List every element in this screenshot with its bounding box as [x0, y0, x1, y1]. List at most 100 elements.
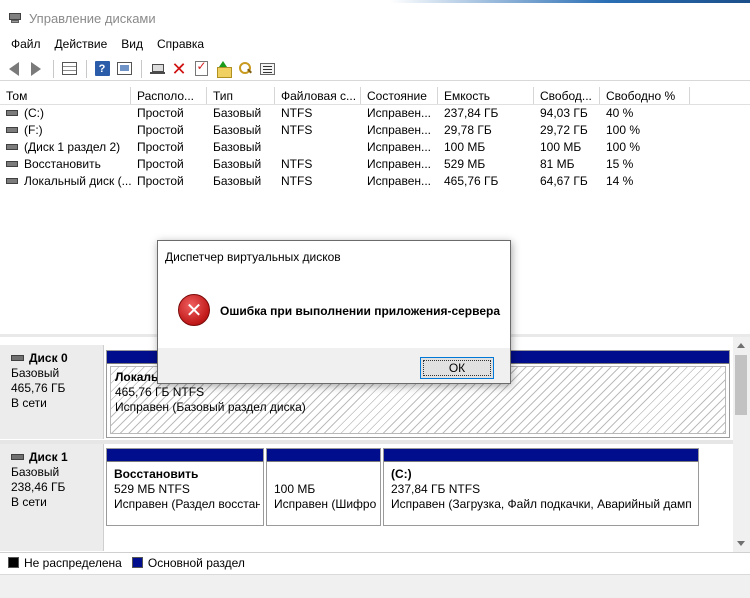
partition-bar — [107, 449, 263, 462]
partition-name: Восстановить — [114, 467, 199, 481]
menu-help[interactable]: Справка — [150, 37, 211, 51]
toolbar-separator — [86, 59, 87, 78]
cell-type: Базовый — [213, 174, 262, 188]
cell-volume: (Диск 1 раздел 2) — [24, 140, 121, 154]
partition-c[interactable]: (C:) 237,84 ГБ NTFS Исправен (Загрузка, … — [383, 448, 699, 526]
delete-button[interactable]: ✕ — [169, 59, 189, 79]
cell-volume: (C:) — [24, 106, 44, 120]
cell-layout: Простой — [137, 123, 184, 137]
cell-volume: Локальный диск (... — [24, 174, 131, 188]
cell-type: Базовый — [213, 123, 262, 137]
cell-filesystem: NTFS — [281, 123, 313, 137]
partition-bar — [384, 449, 698, 462]
cell-volume: (F:) — [24, 123, 43, 137]
panel-view-icon — [116, 62, 132, 75]
cell-free-space: 29,72 ГБ — [540, 123, 588, 137]
toolbar: ? ✕ — [0, 57, 750, 81]
volume-list: Том Располо... Тип Файловая с... Состоян… — [0, 87, 750, 190]
disk-separator — [0, 440, 733, 444]
disk-0-type: Базовый — [11, 366, 60, 380]
cell-capacity: 100 МБ — [444, 140, 486, 154]
volume-list-header: Том Располо... Тип Файловая с... Состоян… — [0, 87, 750, 105]
menu-file[interactable]: Файл — [4, 37, 48, 51]
forward-button[interactable] — [26, 59, 46, 79]
cell-filesystem: NTFS — [281, 106, 313, 120]
open-folder-button[interactable] — [213, 59, 233, 79]
menu-view[interactable]: Вид — [114, 37, 150, 51]
taskbar-accent — [390, 0, 750, 3]
scroll-thumb[interactable] — [735, 355, 747, 415]
col-layout[interactable]: Располо... — [131, 87, 207, 104]
dialog-footer: ОК — [158, 348, 510, 383]
table-row[interactable]: (C:) Простой Базовый NTFS Исправен... 23… — [0, 105, 750, 122]
cell-free-percent: 100 % — [606, 140, 641, 154]
col-type[interactable]: Тип — [207, 87, 275, 104]
menu-bar: Файл Действие Вид Справка — [0, 33, 750, 55]
legend-label-unallocated: Не распределена — [24, 555, 122, 570]
scroll-down-icon[interactable] — [737, 541, 745, 546]
volume-icon — [6, 160, 18, 167]
properties-button[interactable] — [257, 59, 277, 79]
cell-free-percent: 14 % — [606, 174, 634, 188]
error-dialog: Диспетчер виртуальных дисков ✕ Ошибка пр… — [157, 240, 511, 384]
legend-swatch-unallocated — [8, 557, 19, 568]
disk-1-type: Базовый — [11, 465, 60, 479]
help-icon: ? — [94, 61, 110, 76]
status-bar — [0, 574, 750, 598]
partition-name — [274, 467, 373, 482]
col-status[interactable]: Состояние — [361, 87, 438, 104]
vertical-scrollbar[interactable] — [733, 337, 750, 552]
ok-button[interactable]: ОК — [420, 357, 494, 379]
cell-layout: Простой — [137, 106, 184, 120]
partition-efi[interactable]: 100 МБ Исправен (Шифро — [266, 448, 381, 526]
ok-button-label: ОК — [423, 360, 491, 376]
cell-status: Исправен... — [367, 174, 432, 188]
check-disk-icon — [194, 59, 208, 76]
panel-view-button[interactable] — [114, 59, 134, 79]
cell-type: Базовый — [213, 106, 262, 120]
partition-state: Исправен (Раздел восстан — [114, 497, 260, 511]
cell-status: Исправен... — [367, 106, 432, 120]
find-button[interactable] — [235, 59, 255, 79]
table-row[interactable]: (F:) Простой Базовый NTFS Исправен... 29… — [0, 122, 750, 139]
back-arrow-icon — [9, 61, 19, 76]
toolbar-separator — [53, 59, 54, 78]
list-view-button[interactable] — [59, 59, 79, 79]
connect-drive-icon — [149, 63, 165, 74]
disk-1-label[interactable]: Диск 1 Базовый 238,46 ГБ В сети — [0, 444, 104, 551]
cell-capacity: 529 МБ — [444, 157, 486, 171]
cell-layout: Простой — [137, 157, 184, 171]
partition-name: (C:) — [391, 467, 412, 481]
partition-size: 465,76 ГБ NTFS — [115, 385, 205, 399]
col-volume[interactable]: Том — [0, 87, 131, 104]
col-free-space[interactable]: Свобод... — [534, 87, 600, 104]
col-filesystem[interactable]: Файловая с... — [275, 87, 361, 104]
find-icon — [238, 61, 253, 76]
disk-1-name: Диск 1 — [29, 450, 68, 464]
check-disk-button[interactable] — [191, 59, 211, 79]
table-row[interactable]: Локальный диск (... Простой Базовый NTFS… — [0, 173, 750, 190]
partition-recovery[interactable]: Восстановить 529 МБ NTFS Исправен (Разде… — [106, 448, 264, 526]
legend: Не распределена Основной раздел — [0, 552, 750, 572]
back-button[interactable] — [4, 59, 24, 79]
table-row[interactable]: Восстановить Простой Базовый NTFS Исправ… — [0, 156, 750, 173]
help-button[interactable]: ? — [92, 59, 112, 79]
col-capacity[interactable]: Емкость — [438, 87, 534, 104]
disk-icon — [11, 453, 24, 460]
disk-0-label[interactable]: Диск 0 Базовый 465,76 ГБ В сети — [0, 345, 104, 439]
cell-status: Исправен... — [367, 123, 432, 137]
scroll-up-icon[interactable] — [737, 343, 745, 348]
disk-1-size: 238,46 ГБ — [11, 480, 66, 494]
col-free-percent[interactable]: Свободно % — [600, 87, 690, 104]
title-bar: Управление дисками — [0, 5, 750, 31]
cell-capacity: 237,84 ГБ — [444, 106, 499, 120]
connect-drive-button[interactable] — [147, 59, 167, 79]
partition-state: Исправен (Базовый раздел диска) — [115, 400, 306, 414]
menu-action[interactable]: Действие — [48, 37, 115, 51]
cell-free-space: 81 МБ — [540, 157, 575, 171]
table-row[interactable]: (Диск 1 раздел 2) Простой Базовый Исправ… — [0, 139, 750, 156]
cell-free-space: 64,67 ГБ — [540, 174, 588, 188]
cell-type: Базовый — [213, 157, 262, 171]
dialog-message: Ошибка при выполнении приложения-сервера — [220, 304, 501, 318]
disk-0-size: 465,76 ГБ — [11, 381, 66, 395]
